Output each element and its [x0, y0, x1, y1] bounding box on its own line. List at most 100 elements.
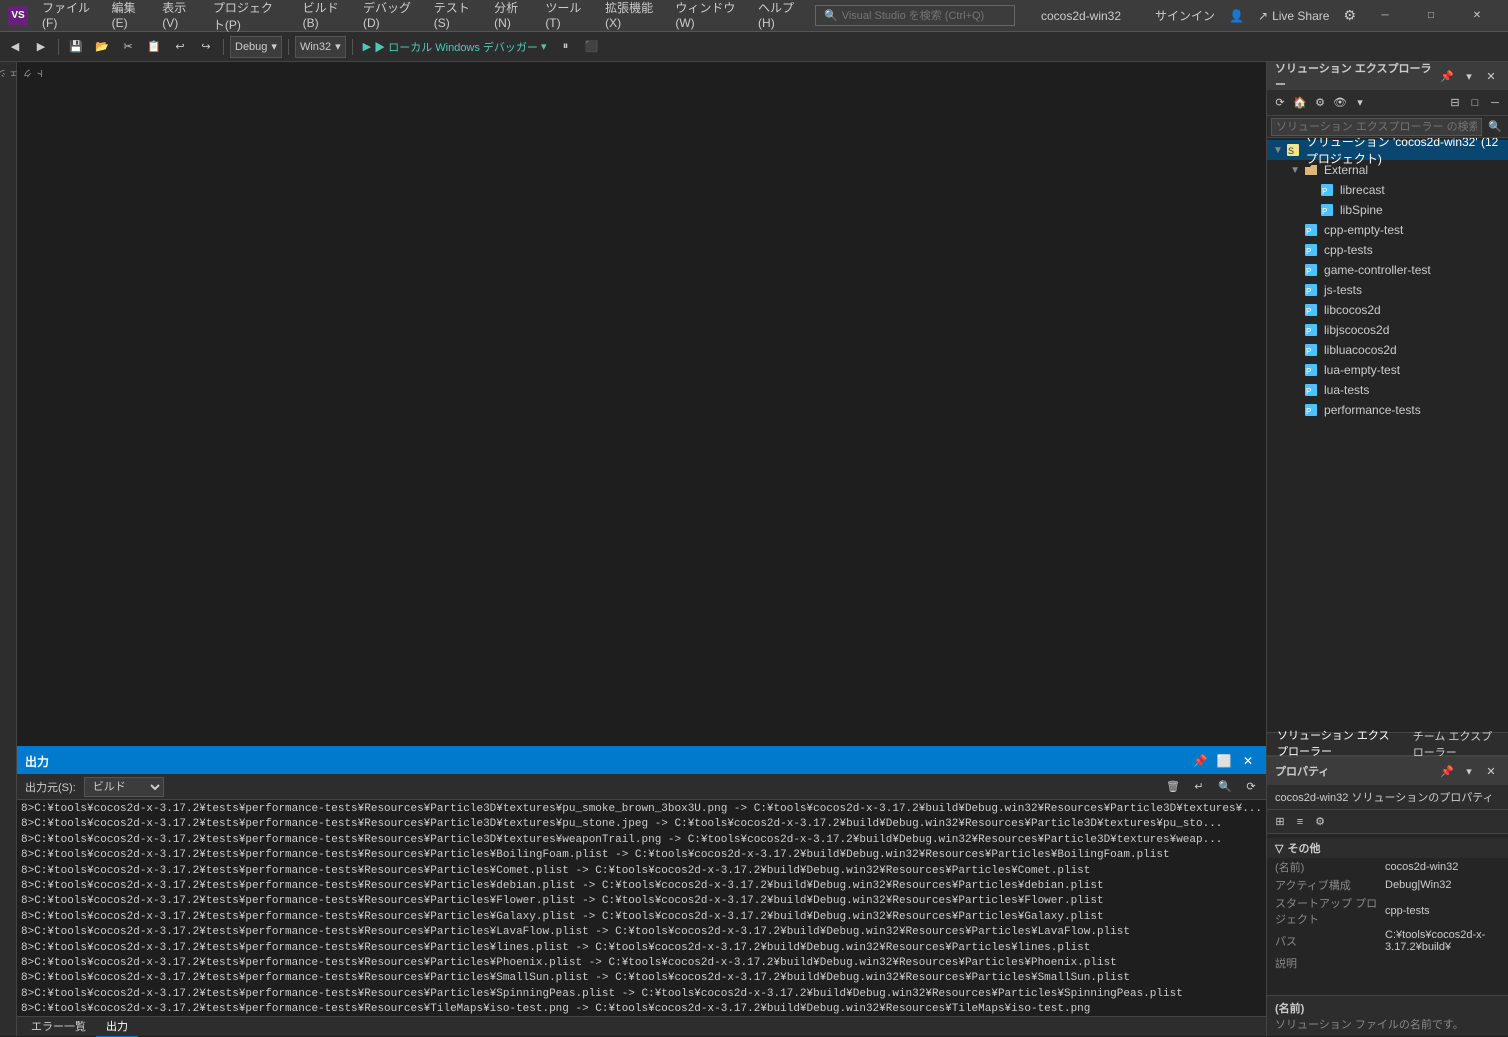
copy-button[interactable]: 📋: [143, 36, 165, 58]
output-line: 8>C:¥tools¥cocos2d-x-3.17.2¥tests¥perfor…: [21, 925, 1262, 940]
se-search: 🔍: [1267, 116, 1508, 138]
settings-icon[interactable]: ⚙: [1343, 7, 1356, 24]
menu-window[interactable]: ウィンドウ(W): [667, 0, 748, 37]
tree-label-cpp-empty-test: cpp-empty-test: [1324, 223, 1403, 237]
tree-item-cpp-empty-test[interactable]: Pcpp-empty-test: [1267, 220, 1508, 240]
panel-float-button[interactable]: ⬜: [1214, 751, 1234, 771]
tree-item-game-controller-test[interactable]: Pgame-controller-test: [1267, 260, 1508, 280]
output-sync-button[interactable]: ⟳: [1240, 776, 1262, 798]
minimize-button[interactable]: ─: [1362, 0, 1408, 32]
tree-item-libspine[interactable]: PlibSpine: [1267, 200, 1508, 220]
menu-view[interactable]: 表示(V): [154, 0, 203, 37]
tree-item-lua-tests[interactable]: Plua-tests: [1267, 380, 1508, 400]
menu-test[interactable]: テスト(S): [426, 0, 484, 37]
output-find-button[interactable]: 🔍: [1214, 776, 1236, 798]
prop-row-value-0: cocos2d-win32: [1385, 861, 1500, 873]
tab-output[interactable]: 出力: [96, 1016, 138, 1037]
menu-tools[interactable]: ツール(T): [537, 0, 595, 37]
prop-toolbar-btn2[interactable]: ≡: [1291, 813, 1309, 831]
maximize-button[interactable]: □: [1408, 0, 1454, 32]
platform-dropdown[interactable]: Win32 ▾: [295, 36, 346, 58]
save-button[interactable]: 💾: [65, 36, 87, 58]
prop-toolbar-btn1[interactable]: ⊞: [1271, 813, 1289, 831]
prop-toolbar-btn3[interactable]: ⚙: [1311, 813, 1329, 831]
menu-debug[interactable]: デバッグ(D): [355, 0, 424, 37]
tree-label-cpp-tests: cpp-tests: [1324, 243, 1373, 257]
tree-item-js-tests[interactable]: Pjs-tests: [1267, 280, 1508, 300]
platform-arrow: ▾: [335, 40, 341, 53]
prop-solution-title: cocos2d-win32 ソリューションのプロパティ: [1275, 792, 1494, 804]
tree-item-libluacocos2d[interactable]: Plibluacocos2d: [1267, 340, 1508, 360]
tree-item-libjscocos2d[interactable]: Plibjscocos2d: [1267, 320, 1508, 340]
tree-item-lua-empty-test[interactable]: Plua-empty-test: [1267, 360, 1508, 380]
tree-icon-cpp-empty-test: P: [1303, 222, 1319, 238]
undo-button[interactable]: ↩: [169, 36, 191, 58]
tree-arrow-solution: ▼: [1273, 145, 1283, 156]
forward-button[interactable]: ▶: [30, 36, 52, 58]
title-search-box[interactable]: 🔍: [815, 5, 1015, 26]
prop-title-bar: cocos2d-win32 ソリューションのプロパティ: [1267, 785, 1508, 810]
prop-desc-text: ソリューション ファイルの名前です。: [1275, 1016, 1500, 1032]
debug-config-arrow: ▾: [271, 40, 277, 53]
tree-label-lua-tests: lua-tests: [1324, 383, 1369, 397]
menu-help[interactable]: ヘルプ(H): [750, 0, 809, 37]
toolbar-extra-2[interactable]: ⬛: [580, 36, 602, 58]
se-prop-button[interactable]: ⚙: [1311, 94, 1329, 112]
se-filter-button[interactable]: ▾: [1351, 94, 1369, 112]
signin-button[interactable]: サインイン: [1147, 3, 1223, 28]
output-source-label: 出力元(S):: [21, 779, 80, 795]
cut-button[interactable]: ✂: [117, 36, 139, 58]
tree-item-libcocos2d[interactable]: Plibcocos2d: [1267, 300, 1508, 320]
menu-project[interactable]: プロジェクト(P): [205, 0, 293, 37]
prop-dropdown-button[interactable]: ▾: [1460, 762, 1478, 780]
title-search-input[interactable]: [842, 10, 1002, 22]
prop-row-4: 説明: [1267, 954, 1508, 972]
tab-error-list[interactable]: エラー一覧: [21, 1016, 96, 1037]
output-source-dropdown[interactable]: ビルド: [84, 777, 164, 797]
output-word-wrap-button[interactable]: ↵: [1188, 776, 1210, 798]
se-show-all-button[interactable]: 👁: [1331, 94, 1349, 112]
menu-edit[interactable]: 編集(E): [104, 0, 153, 37]
se-collapse-button[interactable]: ⊟: [1446, 94, 1464, 112]
open-button[interactable]: 📂: [91, 36, 113, 58]
tree-icon-external: [1303, 162, 1319, 178]
live-share-button[interactable]: ↗ Live Share: [1250, 5, 1337, 27]
tree-item-performance-tests[interactable]: Pperformance-tests: [1267, 400, 1508, 420]
output-line: 8>C:¥tools¥cocos2d-x-3.17.2¥tests¥perfor…: [21, 848, 1262, 863]
se-search-button[interactable]: 🔍: [1486, 118, 1504, 136]
tree-icon-librecast: P: [1319, 182, 1335, 198]
debug-config-dropdown[interactable]: Debug ▾: [230, 36, 282, 58]
output-clear-button[interactable]: 🗑: [1162, 776, 1184, 798]
se-settings-button[interactable]: ─: [1486, 94, 1504, 112]
tree-item-cpp-tests[interactable]: Pcpp-tests: [1267, 240, 1508, 260]
svg-text:P: P: [1306, 327, 1311, 336]
panel-close-button[interactable]: ✕: [1238, 751, 1258, 771]
tree-label-libspine: libSpine: [1340, 203, 1383, 217]
se-preview-button[interactable]: □: [1466, 94, 1484, 112]
se-home-button[interactable]: 🏠: [1291, 94, 1309, 112]
close-button[interactable]: ✕: [1454, 0, 1500, 32]
tree-item-solution[interactable]: ▼Sソリューション 'cocos2d-win32' (12 プロジェクト): [1267, 140, 1508, 160]
svg-text:P: P: [1306, 307, 1311, 316]
toolbar-sep-1: [58, 39, 59, 55]
menu-extensions[interactable]: 拡張機能(X): [597, 0, 665, 37]
prop-close-button[interactable]: ✕: [1482, 762, 1500, 780]
panel-pin-button[interactable]: 📌: [1190, 751, 1210, 771]
prop-row-0: (名前)cocos2d-win32: [1267, 858, 1508, 876]
se-pin-button[interactable]: 📌: [1438, 67, 1456, 85]
run-button[interactable]: ▶ ▶ ローカル Windows デバッガー ▾: [359, 36, 551, 58]
toolbar-extra-1[interactable]: ⏸: [554, 36, 576, 58]
menu-build[interactable]: ビルド(B): [295, 0, 353, 37]
menu-file[interactable]: ファイル(F): [34, 0, 102, 37]
prop-group-label: その他: [1287, 840, 1320, 856]
menu-analyze[interactable]: 分析(N): [486, 0, 535, 37]
se-close-button[interactable]: ✕: [1482, 67, 1500, 85]
tree-icon-libspine: P: [1319, 202, 1335, 218]
se-dropdown-button[interactable]: ▾: [1460, 67, 1478, 85]
se-search-input[interactable]: [1271, 118, 1482, 136]
back-button[interactable]: ◀: [4, 36, 26, 58]
prop-pin-button[interactable]: 📌: [1438, 762, 1456, 780]
tree-item-librecast[interactable]: Plibrecast: [1267, 180, 1508, 200]
redo-button[interactable]: ↪: [195, 36, 217, 58]
se-sync-button[interactable]: ⟳: [1271, 94, 1289, 112]
